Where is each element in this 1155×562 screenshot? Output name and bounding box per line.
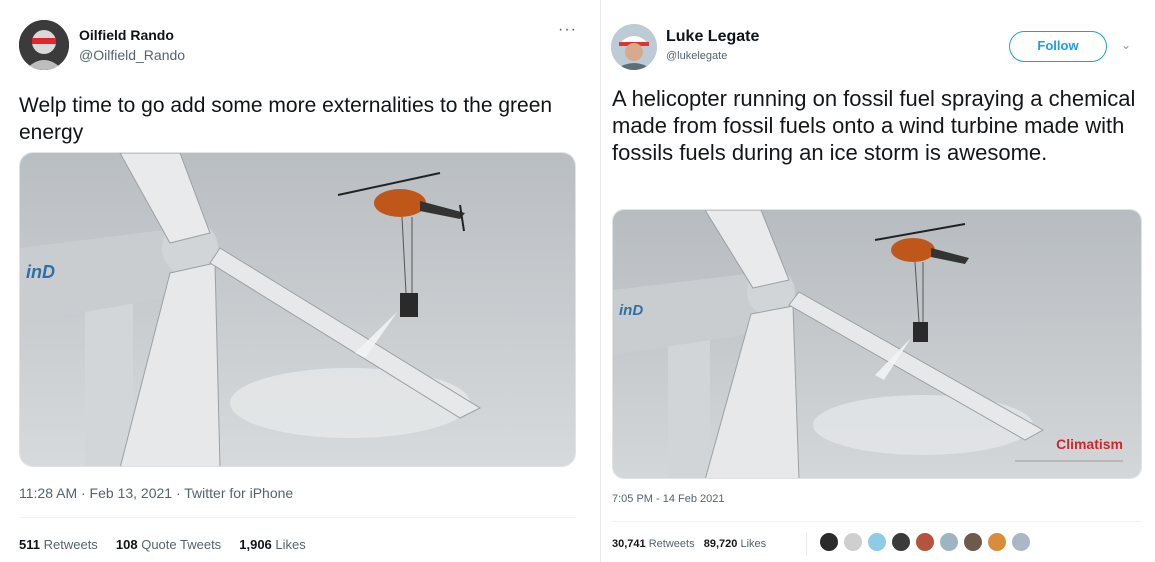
chevron-down-icon[interactable]: ⌄ [1121, 38, 1135, 52]
tweet-stats: 511 Retweets 108 Quote Tweets 1,906 Like… [19, 537, 306, 552]
liker-avatar[interactable] [915, 532, 935, 552]
author-name[interactable]: Luke Legate [666, 28, 759, 46]
retweets-stat[interactable]: 511 Retweets [19, 537, 98, 552]
tweet-timestamp[interactable]: 11:28 AM · Feb 13, 2021 · Twitter for iP… [19, 485, 293, 501]
tweet-right: Luke Legate @lukelegate Follow ⌄ A helic… [600, 0, 1155, 562]
divider [612, 521, 1142, 522]
avatar[interactable] [19, 20, 69, 70]
more-horizontal-icon[interactable]: ··· [558, 22, 580, 39]
avatar[interactable] [611, 24, 657, 70]
retweets-stat[interactable]: 30,741 Retweets [612, 538, 695, 550]
nacelle-wordmark: inD [26, 262, 55, 282]
tweet-left: Oilfield Rando @Oilfield_Rando ··· Welp … [0, 0, 592, 562]
tweet-text: A helicopter running on fossil fuel spra… [612, 86, 1136, 165]
climatism-watermark: Climatism [1056, 436, 1123, 452]
nacelle-wordmark: inD [619, 302, 643, 319]
author-handle[interactable]: @lukelegate [666, 50, 727, 62]
author-handle[interactable]: @Oilfield_Rando [79, 47, 185, 63]
liker-avatar[interactable] [891, 532, 911, 552]
tweet-image[interactable]: inD [19, 152, 576, 467]
liker-avatar[interactable] [963, 532, 983, 552]
liker-avatar[interactable] [819, 532, 839, 552]
likes-stat[interactable]: 89,720 Likes [704, 538, 766, 550]
divider [19, 517, 576, 518]
tweet-timestamp[interactable]: 7:05 PM - 14 Feb 2021 [612, 493, 725, 505]
tweet-text: Welp time to go add some more externalit… [19, 94, 553, 144]
tweet-stats: 30,741 Retweets 89,720 Likes [612, 538, 766, 550]
author-name[interactable]: Oilfield Rando [79, 27, 174, 43]
liker-avatar[interactable] [939, 532, 959, 552]
liker-avatars [806, 532, 1031, 556]
quotes-stat[interactable]: 108 Quote Tweets [116, 537, 221, 552]
liker-avatar[interactable] [1011, 532, 1031, 552]
likes-stat[interactable]: 1,906 Likes [239, 537, 306, 552]
watermark-tagline-bar [1015, 460, 1123, 462]
follow-button[interactable]: Follow [1009, 31, 1107, 62]
liker-avatar[interactable] [843, 532, 863, 552]
tweet-image[interactable]: inD Climatism [612, 209, 1142, 479]
liker-avatar[interactable] [987, 532, 1007, 552]
liker-avatar[interactable] [867, 532, 887, 552]
